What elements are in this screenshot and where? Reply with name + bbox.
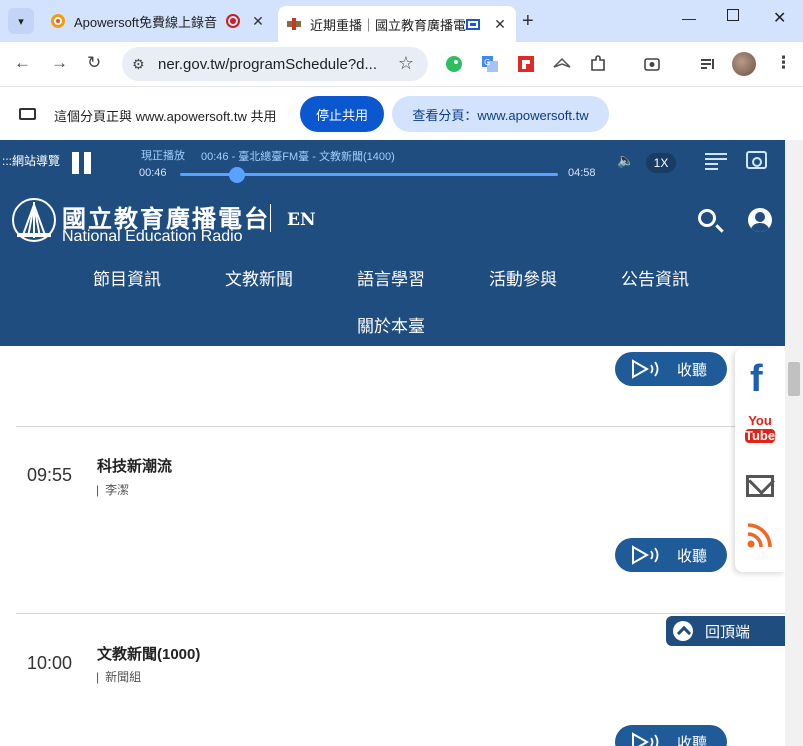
ner-logo-icon[interactable] — [11, 197, 57, 243]
play-audio-icon — [631, 545, 659, 565]
tab-title: Apowersoft免費線上錄音 — [74, 14, 218, 30]
program-time: 10:00 — [27, 653, 73, 673]
nav-language-learning[interactable]: 語言學習 — [357, 265, 425, 290]
search-icon[interactable] — [698, 209, 716, 227]
flipboard-extension-icon[interactable] — [517, 55, 535, 73]
now-playing-title: 00:46 - 臺北總臺FM臺 - 文教新聞(1400) — [201, 151, 395, 163]
nav-education-news[interactable]: 文教新聞 — [225, 265, 293, 290]
close-tab-icon[interactable]: ✕ — [248, 13, 268, 30]
play-audio-icon — [631, 359, 659, 379]
back-button[interactable]: ← — [14, 53, 31, 73]
program-time: 09:55 — [27, 465, 73, 485]
program-host: 李潔 — [96, 481, 129, 498]
view-shared-tab-button[interactable]: 查看分頁：www.apowersoft.tw — [392, 96, 609, 132]
site-info-icon[interactable]: ⚙ — [132, 56, 145, 73]
bookmark-star-icon[interactable]: ☆ — [398, 53, 414, 74]
tab-search-button[interactable]: ▾ — [8, 8, 34, 34]
email-icon[interactable] — [746, 475, 774, 497]
minimize-button[interactable]: — — [682, 10, 696, 26]
new-tab-button[interactable]: + — [522, 10, 534, 33]
nav-program-info[interactable]: 節目資訊 — [93, 265, 161, 290]
current-time: 00:46 — [139, 167, 167, 179]
row-divider — [16, 426, 785, 427]
logo-divider — [270, 204, 271, 232]
row-divider — [16, 613, 785, 614]
user-account-icon[interactable] — [748, 208, 772, 232]
maximize-button[interactable] — [727, 9, 739, 21]
web-page: 收聽 09:55 科技新潮流 李潔 收聽 10:00 文教新聞(1000) 新聞… — [0, 140, 803, 746]
screenshot-icon[interactable] — [643, 55, 661, 73]
profile-avatar[interactable] — [732, 52, 756, 76]
volume-icon[interactable]: 🔈 — [617, 152, 634, 169]
back-to-top-label: 回頂端 — [705, 623, 751, 641]
rss-icon[interactable] — [747, 522, 773, 548]
stop-sharing-button[interactable]: 停止共用 — [300, 96, 384, 132]
facebook-icon[interactable]: f — [750, 358, 763, 401]
program-title[interactable]: 科技新潮流 — [97, 455, 172, 476]
program-host: 新聞組 — [96, 668, 141, 685]
program-title[interactable]: 文教新聞(1000) — [97, 643, 200, 664]
recording-icon — [226, 14, 240, 28]
site-nav-skip-link[interactable]: :::網站導覽 — [2, 152, 60, 169]
audio-player-bar: :::網站導覽 現正播放 00:46 - 臺北總臺FM臺 - 文教新聞(1400… — [0, 140, 785, 190]
tab-title: 近期重播｜國立教育廣播電 — [310, 17, 466, 33]
tab-ner[interactable]: 近期重播｜國立教育廣播電 ✕ — [278, 6, 516, 42]
tab-strip: ▾ Apowersoft免費線上錄音 ✕ 近期重播｜國立教育廣播電 ✕ + — … — [0, 0, 803, 42]
play-audio-icon — [631, 732, 659, 746]
listen-label: 收聽 — [677, 547, 708, 565]
chevron-up-icon — [673, 621, 693, 641]
close-tab-icon[interactable]: ✕ — [490, 16, 510, 33]
nav-activities[interactable]: 活動參與 — [489, 265, 557, 290]
svg-text:G: G — [484, 58, 490, 67]
screen-share-icon — [19, 108, 36, 120]
listen-button[interactable]: 收聽 — [615, 538, 727, 572]
close-window-button[interactable]: ✕ — [773, 8, 786, 28]
nav-announcements[interactable]: 公告資訊 — [621, 265, 689, 290]
tab-sharing-bar: 這個分頁正與 www.apowersoft.tw 共用 停止共用 查看分頁：ww… — [0, 86, 803, 140]
browser-menu-icon[interactable]: ⋮ — [775, 53, 792, 73]
translate-extension-icon[interactable]: G — [481, 55, 499, 73]
logo-english-text[interactable]: National Education Radio — [62, 228, 243, 246]
site-header: 國立教育廣播電台 National Education Radio EN 節目資… — [0, 190, 785, 346]
nav-about[interactable]: 關於本臺 — [357, 312, 425, 337]
address-bar[interactable]: ⚙ ner.gov.tw/programSchedule?d... ☆ — [122, 47, 428, 81]
scrollbar-thumb[interactable] — [788, 362, 800, 396]
ner-favicon-icon — [287, 18, 301, 30]
listen-label: 收聽 — [677, 734, 708, 746]
sharing-message: 這個分頁正與 www.apowersoft.tw 共用 — [54, 109, 277, 124]
playback-speed-button[interactable]: 1X — [646, 153, 676, 173]
radio-icon[interactable] — [746, 151, 767, 169]
tab-apowersoft[interactable]: Apowersoft免費線上錄音 ✕ — [42, 6, 274, 36]
english-version-link[interactable]: EN — [287, 210, 316, 230]
forward-button[interactable]: → — [51, 53, 68, 73]
apowersoft-favicon-icon — [51, 14, 65, 28]
evernote-extension-icon[interactable] — [445, 55, 463, 73]
extensions-puzzle-icon[interactable] — [589, 55, 607, 73]
social-share-panel: f You Tube — [735, 348, 785, 572]
url-text: ner.gov.tw/programSchedule?d... — [158, 56, 378, 73]
browser-toolbar: ← → ↻ ⚙ ner.gov.tw/programSchedule?d... … — [0, 42, 803, 86]
tab-sharing-icon — [466, 18, 480, 30]
media-control-icon[interactable] — [699, 55, 717, 73]
playlist-icon[interactable] — [705, 153, 727, 170]
youtube-icon[interactable]: You Tube — [745, 414, 775, 443]
listen-button[interactable]: 收聽 — [615, 352, 727, 386]
crane-extension-icon[interactable] — [553, 55, 571, 73]
page-scrollbar[interactable] — [785, 140, 803, 746]
reload-button[interactable]: ↻ — [87, 53, 101, 73]
listen-button[interactable]: 收聽 — [615, 725, 727, 746]
now-playing-label: 現正播放 — [141, 150, 185, 162]
end-time: 04:58 — [568, 167, 596, 179]
back-to-top-button[interactable]: 回頂端 — [666, 616, 785, 646]
listen-label: 收聽 — [677, 361, 708, 379]
progress-handle[interactable] — [228, 167, 245, 183]
pause-icon[interactable] — [72, 152, 92, 174]
